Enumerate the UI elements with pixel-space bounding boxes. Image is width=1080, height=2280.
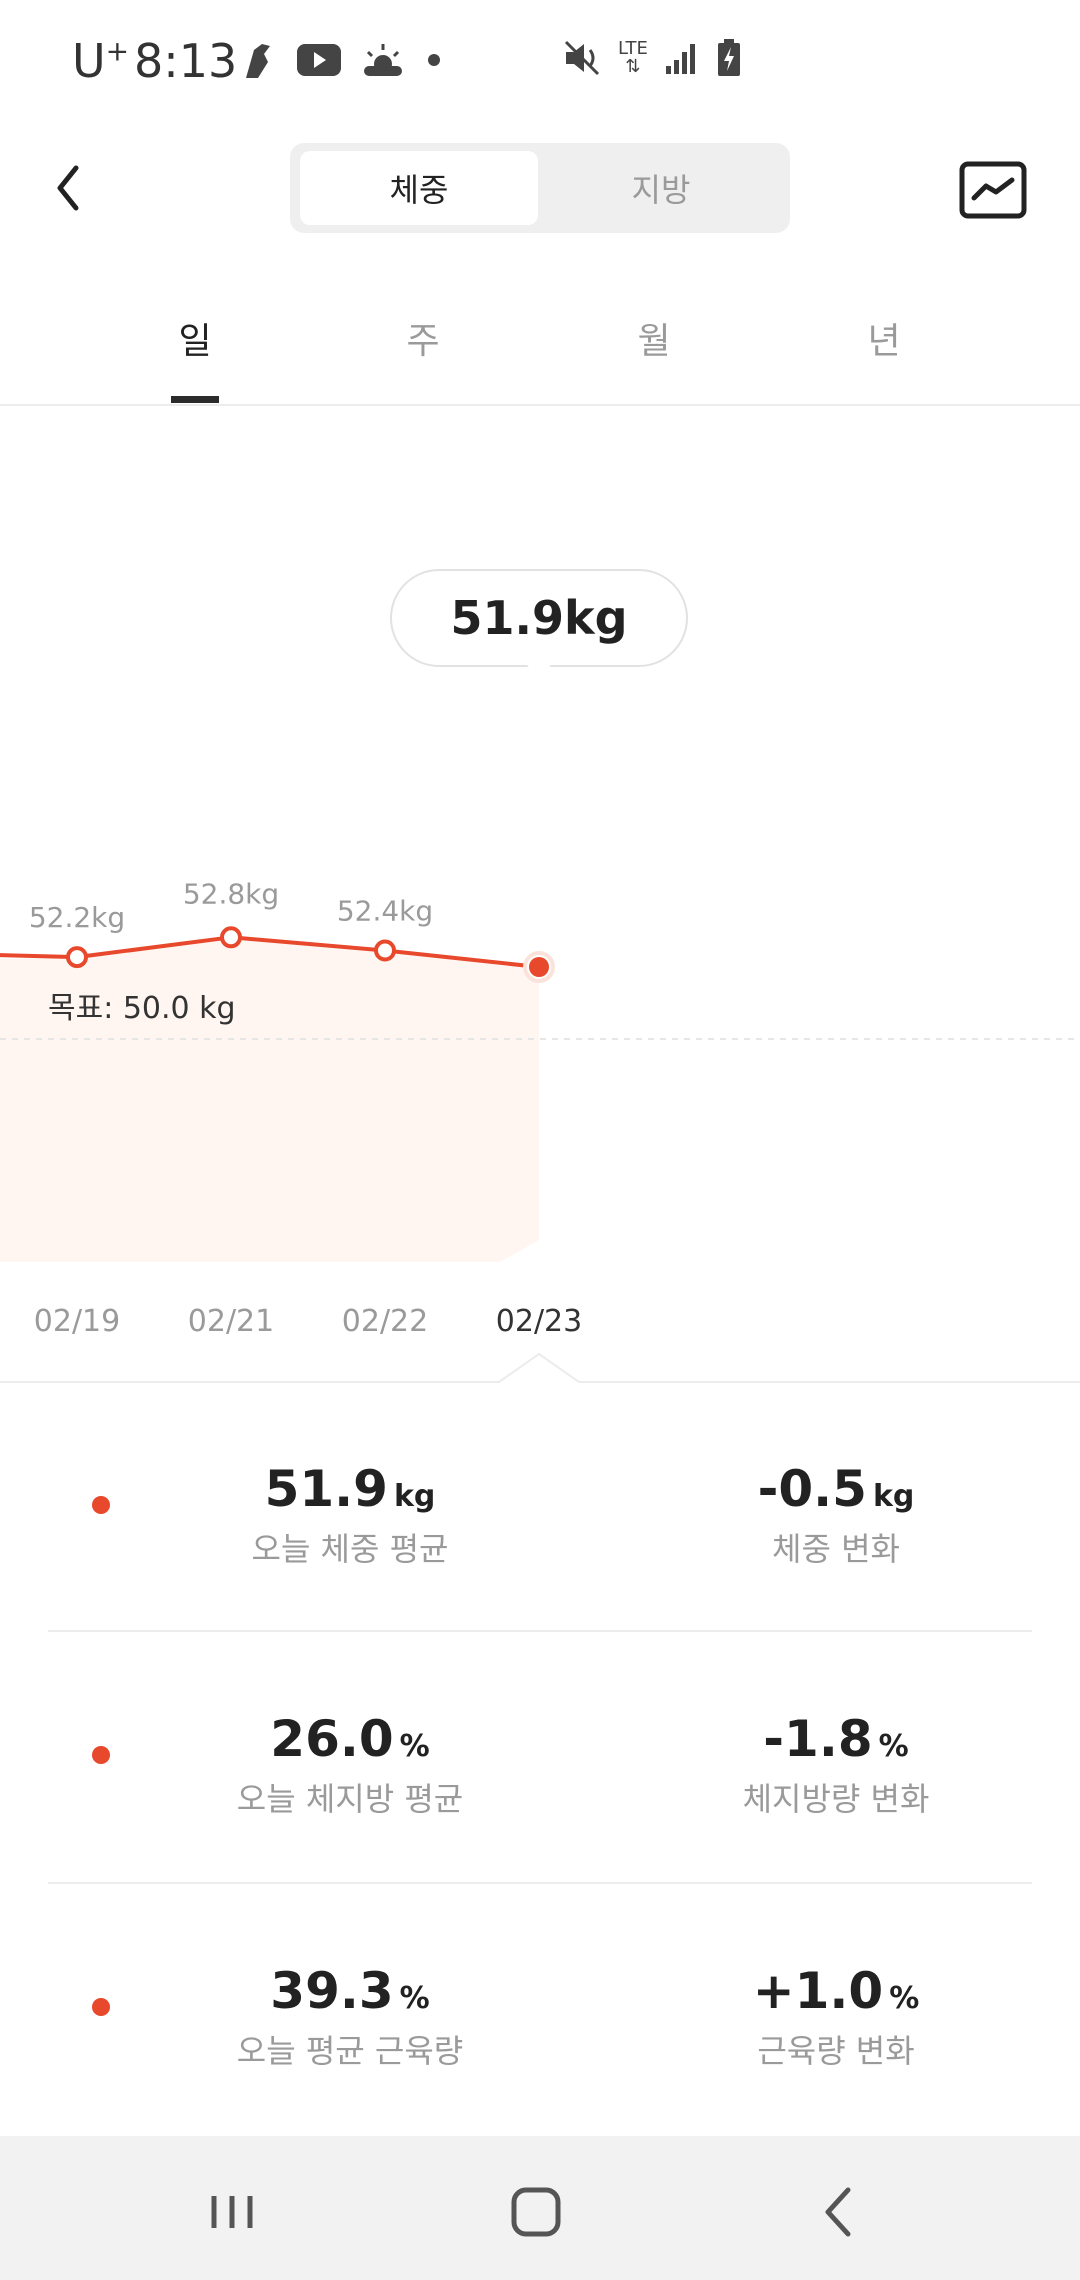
status-right-icons: LTE ⇅ [562,38,742,78]
summary-row-muscle: 39.3% 오늘 평균 근육량 +1.0% 근육량 변화 [0,1886,1080,2136]
home-icon [511,2187,561,2237]
weight-fat-segmented-control: 체중 지방 [290,143,790,233]
fat-change-label: 체지방량 변화 [742,1780,930,1818]
x-axis-line [0,1352,1080,1383]
tab-month[interactable]: 월 [604,312,704,364]
chart-svg: 목표: 50.0 kg 52.2kg 52.8kg 52.4kg 51.9kg 02/19… [0,569,1080,1383]
summary-row-fat: 26.0% 오늘 체지방 평균 -1.8% 체지방량 변화 [0,1634,1080,1884]
row-dot [92,1998,110,2016]
battery-icon [716,39,742,77]
home-button[interactable] [496,2172,576,2252]
chevron-left-icon [57,165,79,211]
weight-change: -0.5 kg 체중 변화 [686,1460,986,1570]
x-tick-label: 02/21 [188,1304,274,1339]
dot-icon [424,50,444,70]
weight-change-label: 체중 변화 [772,1530,900,1568]
tab-indicator [171,396,219,403]
weight-average-unit: kg [393,1479,436,1514]
muscle-average-unit: % [399,1981,430,2016]
lte-icon: LTE ⇅ [618,40,648,76]
status-bar: U+ 8:13 LTE ⇅ [0,0,1080,130]
youtube-icon [296,43,342,77]
weight-average: 51.9 kg 오늘 체중 평균 [200,1460,500,1570]
muscle-average-label: 오늘 평균 근육량 [236,2032,464,2070]
divider [48,1630,1032,1632]
tooltip-pointer [527,665,551,678]
status-time: 8:13 [134,34,238,88]
data-label: 52.8kg [183,877,279,910]
chart-area [0,937,539,1262]
segment-fat[interactable]: 지방 [542,151,780,225]
x-tick-label: 02/23 [496,1304,582,1339]
fat-change-unit: % [878,1729,909,1764]
summary-row-weight: 51.9 kg 오늘 체중 평균 -0.5 kg 체중 변화 [0,1382,1080,1632]
data-point [220,926,242,949]
data-arrows-icon: ⇅ [625,56,641,77]
period-tabs: 일 주 월 년 [0,290,1080,406]
sports-icon [240,40,276,80]
muscle-average: 39.3% 오늘 평균 근육량 [200,1962,500,2072]
goal-label: 목표: 50.0 kg [48,991,236,1026]
data-point [374,939,396,962]
data-point [529,957,549,977]
weight-change-unit: kg [872,1479,915,1514]
data-point [66,946,88,969]
divider [48,1882,1032,1884]
muscle-change-value: +1.0 [752,1962,884,2020]
muscle-change-unit: % [889,1981,920,2016]
back-icon [825,2187,851,2237]
segment-weight[interactable]: 체중 [300,151,538,225]
trend-chart-icon [959,161,1027,219]
tab-day[interactable]: 일 [145,312,245,364]
muscle-change-label: 근육량 변화 [757,2032,915,2070]
system-nav-bar [0,2136,1080,2280]
status-left-icons [240,40,444,80]
muscle-average-value: 39.3 [270,1962,394,2020]
weight-change-value: -0.5 [757,1460,867,1518]
fat-average-label: 오늘 체지방 평균 [236,1780,464,1818]
back-nav-button[interactable] [800,2172,880,2252]
x-tick-label: 02/22 [342,1304,428,1339]
row-dot [92,1496,110,1514]
recent-apps-button[interactable] [192,2172,272,2252]
data-label: 52.2kg [29,901,125,934]
x-tick-label: 02/19 [34,1304,120,1339]
fat-average-value: 26.0 [270,1710,394,1768]
back-button[interactable] [40,150,120,230]
weight-average-label: 오늘 체중 평균 [251,1530,449,1568]
tab-year[interactable]: 년 [834,312,934,364]
carrier-label: U+ [72,34,130,88]
weight-chart[interactable]: 목표: 50.0 kg 52.2kg 52.8kg 52.4kg 51.9kg 02/19… [0,406,1080,1386]
row-dot [92,1746,110,1764]
trend-chart-button[interactable] [958,160,1028,220]
fat-average-unit: % [399,1729,430,1764]
tab-week[interactable]: 주 [373,312,473,364]
weather-icon [362,42,404,78]
fat-change: -1.8% 체지방량 변화 [686,1710,986,1820]
recent-apps-icon [211,2196,253,2228]
weight-average-value: 51.9 [264,1460,388,1518]
fat-average: 26.0% 오늘 체지방 평균 [200,1710,500,1820]
data-label: 52.4kg [337,895,433,928]
mute-icon [562,38,602,78]
tooltip-value: 51.9kg [450,591,627,645]
muscle-change: +1.0% 근육량 변화 [686,1962,986,2072]
fat-change-value: -1.8 [763,1710,873,1768]
signal-icon [664,40,700,76]
